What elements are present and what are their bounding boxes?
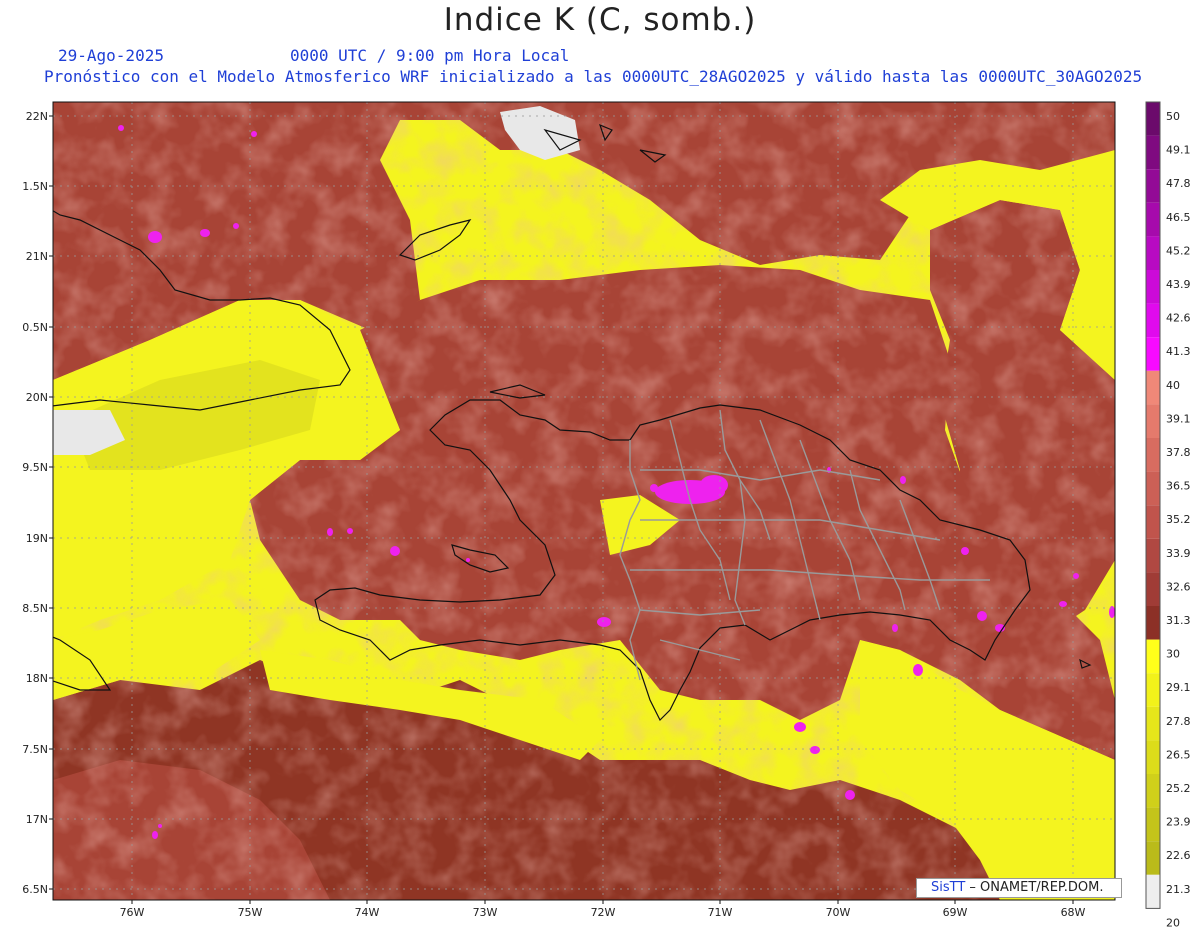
colorbar-tick-label: 31.3 (1166, 614, 1191, 627)
lat-label: 22N (26, 110, 48, 123)
lon-label: 75W (238, 906, 263, 919)
colorbar-segment (1146, 505, 1160, 539)
colorbar-segment (1146, 639, 1160, 674)
colorbar-tick-label: 35.2 (1166, 513, 1191, 526)
lat-label: 19N (26, 532, 48, 545)
colorbar-tick-label: 41.3 (1166, 345, 1191, 358)
colorbar-tick-label: 36.5 (1166, 480, 1191, 493)
lat-ticks (49, 115, 53, 890)
colorbar-tick-label: 22.6 (1166, 849, 1191, 862)
lon-axis: 76W 75W 74W 73W 72W 71W 70W 69W 68W (120, 906, 1086, 919)
colorbar-segment (1146, 471, 1160, 506)
colorbar-tick-label: 30 (1166, 648, 1180, 661)
colorbar-segment (1146, 404, 1160, 438)
colorbar-segment (1146, 538, 1160, 573)
colorbar-segment (1146, 102, 1160, 136)
agency-label: – ONAMET/REP.DOM. (965, 880, 1104, 895)
colorbar-tick-label: 29.1 (1166, 681, 1191, 694)
colorbar-tick-label: 42.6 (1166, 312, 1191, 325)
lon-label: 73W (473, 906, 498, 919)
lat-label: 8.5N (22, 602, 48, 615)
colorbar-tick-label: 47.8 (1166, 177, 1191, 190)
colorbar-segment (1146, 841, 1160, 875)
colorbar-segment (1146, 303, 1160, 338)
colorbar-segment (1146, 874, 1160, 909)
colorbar-tick-label: 27.8 (1166, 715, 1191, 728)
lat-label: 6.5N (22, 883, 48, 896)
credit-box: SisTT – ONAMET/REP.DOM. (916, 878, 1122, 898)
colorbar-tick-label: 45.2 (1166, 244, 1191, 257)
colorbar-segment (1146, 438, 1160, 472)
colorbar-tick-label: 49.1 (1166, 144, 1191, 157)
lon-label: 69W (943, 906, 968, 919)
colorbar-segment (1146, 606, 1160, 640)
colorbar-tick-label: 25.2 (1166, 782, 1191, 795)
colorbar-tick-label: 20 (1166, 916, 1180, 927)
colorbar-tick-label: 26.5 (1166, 748, 1191, 761)
colorbar-tick-label: 43.9 (1166, 278, 1191, 291)
colorbar-segment (1146, 673, 1160, 707)
colorbar-tick-label: 33.9 (1166, 547, 1191, 560)
colorbar-segment (1146, 135, 1160, 170)
lon-label: 74W (355, 906, 380, 919)
lat-label: 21N (26, 250, 48, 263)
lon-label: 71W (708, 906, 733, 919)
colorbar-segment (1146, 202, 1160, 237)
lat-label: 9.5N (22, 461, 48, 474)
colorbar-segment (1146, 706, 1160, 741)
lon-label: 72W (591, 906, 616, 919)
lon-label: 68W (1061, 906, 1086, 919)
lon-label: 70W (826, 906, 851, 919)
lon-label: 76W (120, 906, 145, 919)
field-layer (53, 102, 1115, 900)
lat-label: 0.5N (22, 321, 48, 334)
lat-label: 18N (26, 672, 48, 685)
lat-label: 20N (26, 391, 48, 404)
lat-axis: 22N 1.5N 21N 0.5N 20N 9.5N 19N 8.5N 18N … (22, 110, 48, 896)
colorbar-tick-label: 37.8 (1166, 446, 1191, 459)
colorbar-segment (1146, 774, 1160, 808)
colorbar-segment (1146, 337, 1160, 371)
lon-ticks (131, 900, 1074, 904)
colorbar-tick-label: 39.1 (1166, 412, 1191, 425)
colorbar-segment (1146, 572, 1160, 606)
colorbar-segment (1146, 807, 1160, 842)
colorbar-tick-label: 40 (1166, 379, 1180, 392)
colorbar-segment (1146, 740, 1160, 774)
colorbar-tick-label: 21.3 (1166, 883, 1191, 896)
colorbar-segment (1146, 370, 1160, 405)
colorbar-tick-label: 32.6 (1166, 580, 1191, 593)
k-index-map: 22N 1.5N 21N 0.5N 20N 9.5N 19N 8.5N 18N … (22, 101, 1191, 927)
colorbar-segment (1146, 236, 1160, 270)
colorbar-segment (1146, 270, 1160, 304)
colorbar-segment (1146, 169, 1160, 203)
colorbar-tick-label: 50 (1166, 110, 1180, 123)
colorbar-tick-label: 23.9 (1166, 816, 1191, 829)
sistema-logo: SisTT (931, 880, 966, 895)
lat-label: 7.5N (22, 743, 48, 756)
colorbar: 50 49.1 47.8 46.5 45.2 43.9 42.6 41.3 40 39.1 37.8… (1145, 101, 1191, 927)
lat-label: 1.5N (22, 180, 48, 193)
colorbar-tick-label: 46.5 (1166, 211, 1191, 224)
lat-label: 17N (26, 813, 48, 826)
